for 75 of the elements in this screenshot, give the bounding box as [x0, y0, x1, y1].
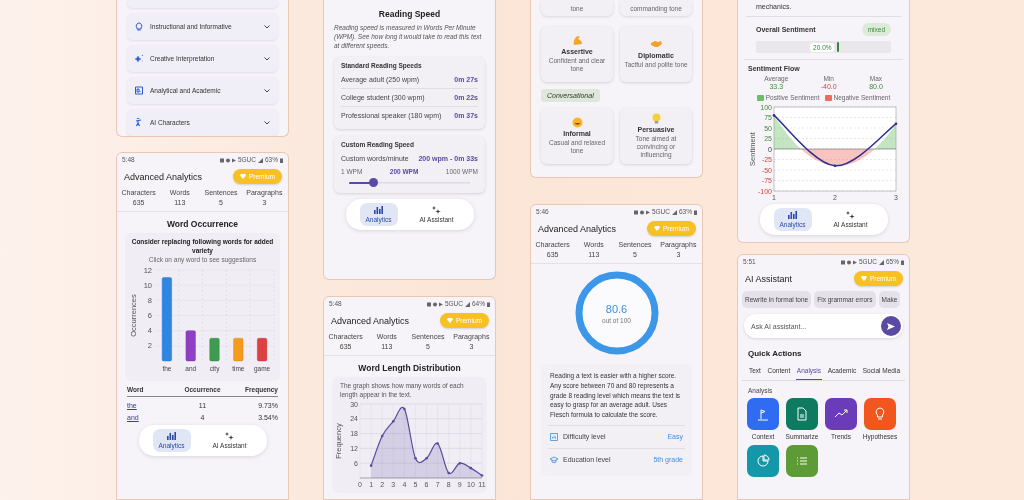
- data-point: [413, 457, 417, 460]
- battery-icon: [694, 210, 697, 215]
- data-point: [894, 122, 898, 126]
- chevron-down-icon: [264, 56, 270, 61]
- status-icons: [219, 158, 236, 163]
- battery-icon: [901, 260, 904, 265]
- gem-icon: [447, 318, 453, 323]
- screen-title: Advanced Analytics: [124, 171, 203, 182]
- data-point: [380, 434, 383, 438]
- bar-chart-icon: [374, 206, 383, 215]
- book-icon: [135, 86, 143, 95]
- action-tile[interactable]: [747, 445, 779, 477]
- slider-thumb[interactable]: [368, 178, 378, 188]
- score-value: 80.6: [605, 302, 628, 315]
- lightbulb-icon: [650, 112, 662, 124]
- screen-title: Advanced Analytics: [331, 315, 410, 326]
- gem-icon: [654, 226, 660, 231]
- data-point: [833, 164, 837, 168]
- gem-icon: [861, 276, 867, 281]
- data-point: [369, 464, 372, 468]
- action-tile[interactable]: [786, 445, 818, 477]
- data-point: [458, 462, 461, 465]
- action-tile[interactable]: [747, 398, 779, 430]
- screen-title: Advanced Analytics: [538, 223, 617, 234]
- data-point: [391, 420, 395, 423]
- chevron-down-icon: [264, 120, 270, 125]
- figure-icon: [135, 118, 143, 127]
- section-heading: Quick Actions: [747, 348, 803, 360]
- bar-chart-icon: [167, 432, 176, 441]
- chevron-down-icon: [264, 24, 270, 29]
- status-icons: [426, 302, 443, 307]
- bar: [256, 338, 267, 362]
- chart-icon: [550, 432, 558, 441]
- section-heading: Word Occurrence: [165, 218, 240, 231]
- signal-icon: [465, 302, 470, 307]
- data-point: [435, 442, 439, 445]
- battery-icon: [280, 158, 283, 163]
- sparkles-icon: [846, 211, 855, 219]
- sparkles-icon: [432, 206, 441, 215]
- data-point: [480, 474, 483, 477]
- send-button[interactable]: [881, 316, 901, 336]
- pie-chart-icon: [756, 454, 770, 468]
- sparkles-icon: [225, 432, 234, 441]
- graduation-cap-icon: [550, 455, 558, 464]
- signal-icon: [672, 210, 677, 215]
- sparkles-icon: [135, 54, 143, 63]
- bar: [185, 330, 196, 362]
- section-heading: Reading Speed: [377, 8, 442, 21]
- bar: [232, 338, 243, 362]
- chevron-down-icon: [264, 88, 270, 93]
- data-point: [402, 407, 406, 411]
- action-tile[interactable]: [864, 398, 896, 430]
- bar: [209, 338, 219, 362]
- lightbulb-icon: [873, 407, 887, 421]
- bar-chart-icon: [788, 211, 797, 219]
- battery-icon: [487, 302, 490, 307]
- status-icons: [633, 210, 650, 215]
- data-point: [424, 457, 428, 460]
- data-point: [772, 114, 776, 117]
- action-tile[interactable]: [786, 398, 818, 430]
- screen-title: AI Assistant: [745, 273, 793, 284]
- list-icon: [795, 454, 809, 468]
- document-icon: [795, 407, 809, 421]
- signal-icon: [879, 260, 884, 265]
- smiley-icon: [571, 116, 583, 128]
- lightbulb-icon: [135, 22, 143, 31]
- data-point: [446, 471, 450, 475]
- data-point: [469, 467, 472, 470]
- signal-icon: [258, 158, 263, 163]
- action-tile[interactable]: [825, 398, 857, 430]
- section-heading: Word Length Distribution: [357, 362, 462, 375]
- flag-icon: [756, 407, 770, 421]
- gem-icon: [240, 174, 246, 179]
- status-icons: [840, 260, 857, 265]
- send-icon: [887, 322, 895, 330]
